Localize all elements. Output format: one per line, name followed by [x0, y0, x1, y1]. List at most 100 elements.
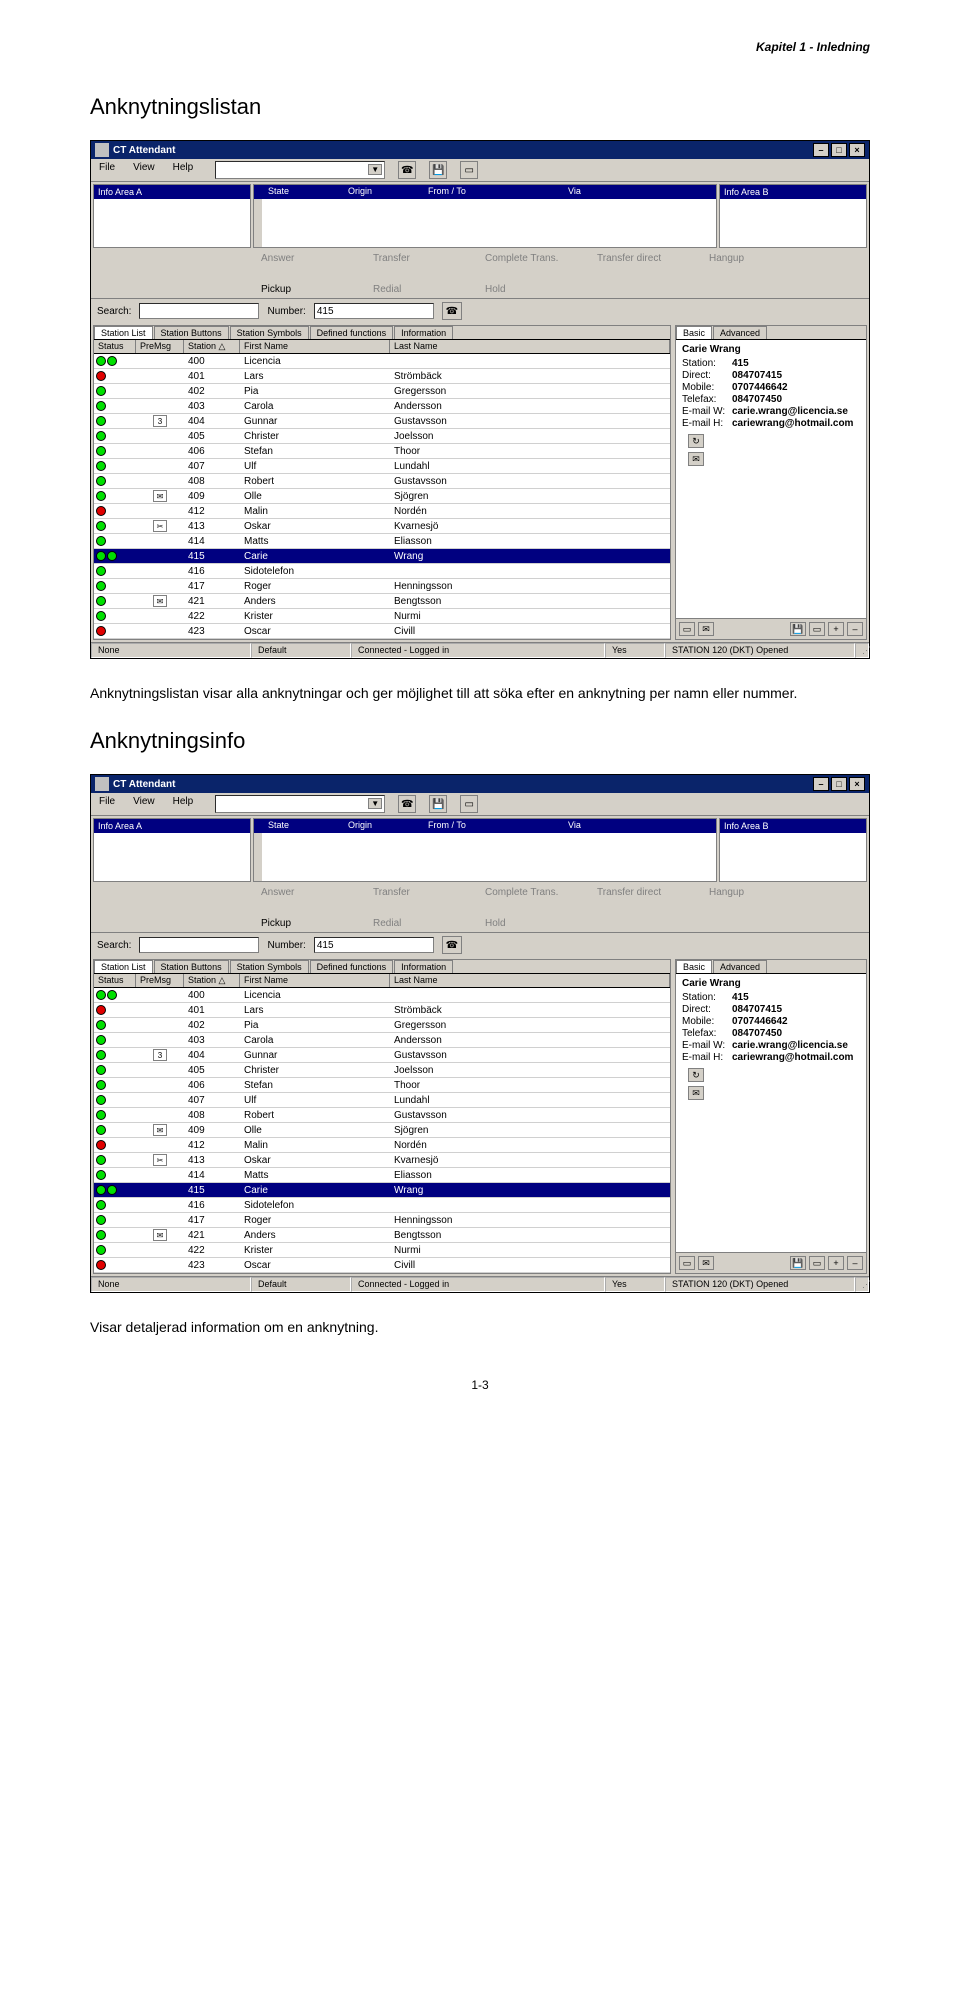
table-row[interactable]: 412MalinNordén [94, 1138, 670, 1153]
th-station[interactable]: Station △ [184, 974, 240, 987]
table-row[interactable]: 416Sidotelefon [94, 1198, 670, 1213]
resize-grip[interactable]: ⋰ [855, 1277, 869, 1292]
search-input[interactable] [139, 937, 259, 953]
detail-plus-icon[interactable]: + [828, 622, 844, 636]
detail-card-icon[interactable]: ▭ [679, 1256, 695, 1270]
minimize-button[interactable]: – [813, 777, 829, 791]
table-row[interactable]: ✂413OskarKvarnesjö [94, 519, 670, 534]
detail-minus-icon[interactable]: – [847, 1256, 863, 1270]
mail-icon[interactable]: ✉ [688, 1086, 704, 1100]
menu-view[interactable]: View [129, 161, 159, 179]
table-row[interactable]: 403CarolaAndersson [94, 399, 670, 414]
table-row[interactable]: 402PiaGregersson [94, 1018, 670, 1033]
table-row[interactable]: 408RobertGustavsson [94, 1108, 670, 1123]
close-button[interactable]: × [849, 143, 865, 157]
detail-mail-icon[interactable]: ✉ [698, 622, 714, 636]
maximize-button[interactable]: □ [831, 143, 847, 157]
tab-information[interactable]: Information [394, 326, 453, 339]
tab-defined-functions[interactable]: Defined functions [310, 326, 394, 339]
tab-station-buttons[interactable]: Station Buttons [154, 960, 229, 973]
th-lastname[interactable]: Last Name [390, 340, 670, 353]
table-row[interactable]: 417RogerHenningsson [94, 1213, 670, 1228]
minimize-button[interactable]: – [813, 143, 829, 157]
tab-station-list[interactable]: Station List [94, 326, 153, 339]
table-row[interactable]: 415CarieWrang [94, 1183, 670, 1198]
table-row[interactable]: 403CarolaAndersson [94, 1033, 670, 1048]
answer-button[interactable]: Answer [261, 886, 355, 899]
table-row[interactable]: 400Licencia [94, 988, 670, 1003]
table-row[interactable]: 401LarsStrömbäck [94, 1003, 670, 1018]
table-row[interactable]: 423OscarCivill [94, 624, 670, 639]
th-firstname[interactable]: First Name [240, 340, 390, 353]
answer-button[interactable]: Answer [261, 252, 355, 265]
transfer-direct-button[interactable]: Transfer direct [597, 252, 691, 265]
table-row[interactable]: 423OscarCivill [94, 1258, 670, 1273]
detail-box-icon[interactable]: ▭ [809, 1256, 825, 1270]
detail-save-icon[interactable]: 💾 [790, 622, 806, 636]
table-row[interactable]: 402PiaGregersson [94, 384, 670, 399]
table-row[interactable]: 3404GunnarGustavsson [94, 414, 670, 429]
dialpad-icon[interactable]: ☎ [398, 161, 416, 179]
refresh-icon[interactable]: ↻ [688, 434, 704, 448]
tab-advanced[interactable]: Advanced [713, 326, 767, 339]
table-row[interactable]: 412MalinNordén [94, 504, 670, 519]
th-lastname[interactable]: Last Name [390, 974, 670, 987]
table-row[interactable]: ✉421AndersBengtsson [94, 594, 670, 609]
hold-button[interactable]: Hold [485, 917, 579, 930]
complete-trans-button[interactable]: Complete Trans. [485, 252, 579, 265]
menu-view[interactable]: View [129, 795, 159, 813]
table-row[interactable]: ✉421AndersBengtsson [94, 1228, 670, 1243]
toolbar-combo[interactable] [215, 795, 385, 813]
expand-icon[interactable]: ▭ [460, 795, 478, 813]
detail-card-icon[interactable]: ▭ [679, 622, 695, 636]
table-row[interactable]: 415CarieWrang [94, 549, 670, 564]
tab-station-buttons[interactable]: Station Buttons [154, 326, 229, 339]
complete-trans-button[interactable]: Complete Trans. [485, 886, 579, 899]
tab-basic[interactable]: Basic [676, 326, 712, 339]
hold-button[interactable]: Hold [485, 283, 579, 296]
th-station[interactable]: Station △ [184, 340, 240, 353]
table-row[interactable]: 414MattsEliasson [94, 534, 670, 549]
transfer-button[interactable]: Transfer [373, 252, 467, 265]
table-row[interactable]: 407UlfLundahl [94, 459, 670, 474]
close-button[interactable]: × [849, 777, 865, 791]
detail-box-icon[interactable]: ▭ [809, 622, 825, 636]
search-input[interactable] [139, 303, 259, 319]
table-row[interactable]: 406StefanThoor [94, 444, 670, 459]
table-row[interactable]: 406StefanThoor [94, 1078, 670, 1093]
tab-station-symbols[interactable]: Station Symbols [230, 326, 309, 339]
save-icon[interactable]: 💾 [429, 795, 447, 813]
tab-basic[interactable]: Basic [676, 960, 712, 973]
hangup-button[interactable]: Hangup [709, 886, 803, 899]
table-row[interactable]: 401LarsStrömbäck [94, 369, 670, 384]
refresh-icon[interactable]: ↻ [688, 1068, 704, 1082]
dialpad-icon[interactable]: ☎ [398, 795, 416, 813]
th-firstname[interactable]: First Name [240, 974, 390, 987]
th-status[interactable]: Status [94, 340, 136, 353]
pickup-button[interactable]: Pickup [261, 283, 355, 296]
table-row[interactable]: 408RobertGustavsson [94, 474, 670, 489]
th-premsg[interactable]: PreMsg [136, 974, 184, 987]
tab-information[interactable]: Information [394, 960, 453, 973]
table-row[interactable]: 400Licencia [94, 354, 670, 369]
menu-file[interactable]: File [95, 795, 119, 813]
detail-plus-icon[interactable]: + [828, 1256, 844, 1270]
table-row[interactable]: ✉409OlleSjögren [94, 1123, 670, 1138]
th-premsg[interactable]: PreMsg [136, 340, 184, 353]
redial-button[interactable]: Redial [373, 917, 467, 930]
menu-help[interactable]: Help [169, 795, 198, 813]
redial-button[interactable]: Redial [373, 283, 467, 296]
maximize-button[interactable]: □ [831, 777, 847, 791]
transfer-direct-button[interactable]: Transfer direct [597, 886, 691, 899]
dial-icon[interactable]: ☎ [442, 936, 462, 954]
number-input[interactable] [314, 303, 434, 319]
hangup-button[interactable]: Hangup [709, 252, 803, 265]
table-row[interactable]: 417RogerHenningsson [94, 579, 670, 594]
tab-station-list[interactable]: Station List [94, 960, 153, 973]
tab-advanced[interactable]: Advanced [713, 960, 767, 973]
table-row[interactable]: 416Sidotelefon [94, 564, 670, 579]
tab-defined-functions[interactable]: Defined functions [310, 960, 394, 973]
menu-file[interactable]: File [95, 161, 119, 179]
table-row[interactable]: 414MattsEliasson [94, 1168, 670, 1183]
th-status[interactable]: Status [94, 974, 136, 987]
